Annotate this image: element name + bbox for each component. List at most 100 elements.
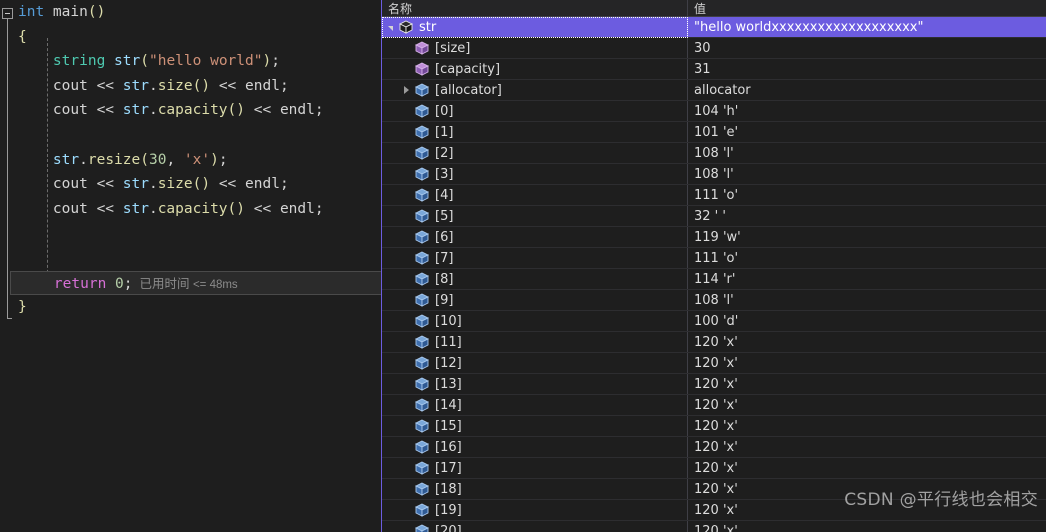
watch-row-name-cell[interactable]: [8] [382,269,688,289]
watch-row-value[interactable]: 120 'x' [688,416,1046,436]
watch-row-value[interactable]: 120 'x' [688,353,1046,373]
watch-row-name-cell[interactable]: [3] [382,164,688,184]
watch-row[interactable]: [6] 119 'w' [382,227,1046,248]
pane-splitter[interactable] [381,0,382,532]
watch-row-value[interactable]: 120 'x' [688,458,1046,478]
watch-row[interactable]: [7] 111 'o' [382,248,1046,269]
watch-row-value[interactable]: 111 'o' [688,248,1046,268]
watch-row-name-cell[interactable]: [17] [382,458,688,478]
watch-row-name-cell[interactable]: [12] [382,353,688,373]
expander-placeholder [398,59,414,79]
watch-row[interactable]: [11] 120 'x' [382,332,1046,353]
watch-row[interactable]: [10] 100 'd' [382,311,1046,332]
watch-row-name-cell[interactable]: [15] [382,416,688,436]
watch-row-value[interactable]: 30 [688,38,1046,58]
watch-row-name-cell[interactable]: [allocator] [382,80,688,100]
watch-row[interactable]: [size] 30 [382,38,1046,59]
watch-row-name-cell[interactable]: [7] [382,248,688,268]
watch-row-value[interactable]: 32 ' ' [688,206,1046,226]
watch-row-name-cell[interactable]: [1] [382,122,688,142]
watch-row[interactable]: [capacity] 31 [382,59,1046,80]
watch-row-name-cell[interactable]: [4] [382,185,688,205]
watch-row[interactable]: str "hello worldxxxxxxxxxxxxxxxxxxx" [382,17,1046,38]
watch-row-value[interactable]: 120 'x' [688,437,1046,457]
watch-row-name-cell[interactable]: [10] [382,311,688,331]
watch-row-value[interactable]: 108 'l' [688,143,1046,163]
watch-row[interactable]: [3] 108 'l' [382,164,1046,185]
watch-row[interactable]: [12] 120 'x' [382,353,1046,374]
watch-row[interactable]: [0] 104 'h' [382,101,1046,122]
expander-collapsed-icon[interactable] [398,80,414,100]
watch-panel[interactable]: 名称 值 str "hello worldxxxxxxxxxxxxxxxxxxx"… [382,0,1046,532]
watch-row[interactable]: [9] 108 'l' [382,290,1046,311]
watch-row-name-cell[interactable]: [18] [382,479,688,499]
watch-row-value[interactable]: 120 'x' [688,332,1046,352]
watch-row-name-cell[interactable]: [9] [382,290,688,310]
watch-row-value[interactable]: 108 'l' [688,164,1046,184]
watch-row[interactable]: [1] 101 'e' [382,122,1046,143]
watch-row-value[interactable]: 120 'x' [688,500,1046,520]
watch-row[interactable]: [17] 120 'x' [382,458,1046,479]
watch-row-name-cell[interactable]: [13] [382,374,688,394]
watch-row-name: [15] [435,418,462,434]
watch-row[interactable]: [15] 120 'x' [382,416,1046,437]
watch-row-value[interactable]: 108 'l' [688,290,1046,310]
watch-row[interactable]: [19] 120 'x' [382,500,1046,521]
watch-row-value[interactable]: 120 'x' [688,521,1046,532]
code-line: } [0,295,382,320]
watch-row[interactable]: [8] 114 'r' [382,269,1046,290]
watch-row-name: [18] [435,481,462,497]
watch-row-value[interactable]: 100 'd' [688,311,1046,331]
watch-row-name-cell[interactable]: [6] [382,227,688,247]
watch-row-value[interactable]: 31 [688,59,1046,79]
watch-row[interactable]: [2] 108 'l' [382,143,1046,164]
watch-row-value[interactable]: 120 'x' [688,374,1046,394]
watch-row-name-cell[interactable]: [11] [382,332,688,352]
cube-blue-icon [414,461,430,475]
watch-row[interactable]: [16] 120 'x' [382,437,1046,458]
watch-row-value[interactable]: 111 'o' [688,185,1046,205]
row-icon-wrap [414,250,435,266]
watch-row-name-cell[interactable]: [19] [382,500,688,520]
cube-blue-icon [414,419,430,433]
watch-row[interactable]: [18] 120 'x' [382,479,1046,500]
cube-blue-icon [414,293,430,307]
watch-row-name-cell[interactable]: [14] [382,395,688,415]
watch-row-value[interactable]: 101 'e' [688,122,1046,142]
watch-row[interactable]: [allocator] allocator [382,80,1046,101]
watch-row-value[interactable]: 119 'w' [688,227,1046,247]
watch-row[interactable]: [20] 120 'x' [382,521,1046,532]
grid-body[interactable]: str "hello worldxxxxxxxxxxxxxxxxxxx" [size… [382,17,1046,532]
code-text[interactable]: int main(){ string str("hello world"); c… [0,0,382,320]
watch-row-name-cell[interactable]: [0] [382,101,688,121]
watch-row-value[interactable]: 120 'x' [688,479,1046,499]
watch-row-name-cell[interactable]: [16] [382,437,688,457]
watch-row-value[interactable]: "hello worldxxxxxxxxxxxxxxxxxxx" [688,17,1046,37]
watch-row-value[interactable]: 104 'h' [688,101,1046,121]
watch-row[interactable]: [13] 120 'x' [382,374,1046,395]
watch-row-value[interactable]: 120 'x' [688,395,1046,415]
column-header-name[interactable]: 名称 [382,0,688,16]
watch-row-name-cell[interactable]: [capacity] [382,59,688,79]
watch-row-value[interactable]: allocator [688,80,1046,100]
code-editor-pane[interactable]: int main(){ string str("hello world"); c… [0,0,382,532]
column-header-value[interactable]: 值 [688,0,1046,16]
expander-expanded-icon[interactable] [382,17,398,37]
watch-row[interactable]: [4] 111 'o' [382,185,1046,206]
code-token: capacity [157,200,228,217]
watch-row-name-cell[interactable]: [20] [382,521,688,532]
watch-row[interactable]: [14] 120 'x' [382,395,1046,416]
watch-row-name-cell[interactable]: [size] [382,38,688,58]
watch-row-name-cell[interactable]: [5] [382,206,688,226]
watch-row-name-cell[interactable]: [2] [382,143,688,163]
code-token: ; [279,176,289,193]
watch-row-name-cell[interactable]: str [382,17,688,37]
watch-row[interactable]: [5] 32 ' ' [382,206,1046,227]
watch-row-value[interactable]: 114 'r' [688,269,1046,289]
watch-row-name: [5] [435,208,454,224]
